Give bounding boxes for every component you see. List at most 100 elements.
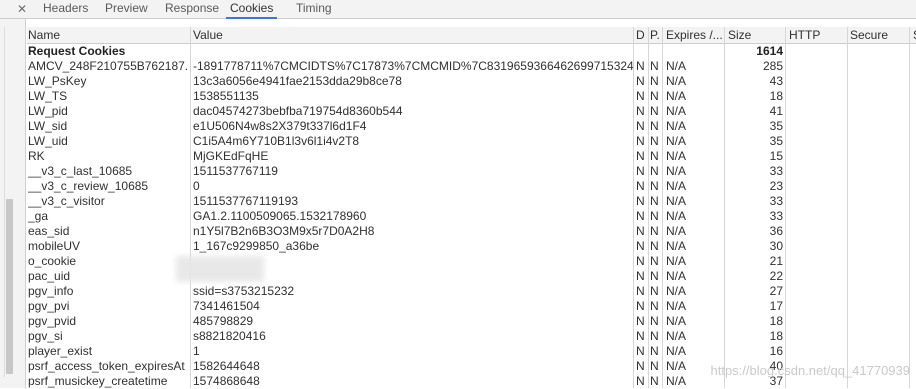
cell-p: N	[650, 344, 659, 358]
cell-d: N	[636, 314, 645, 328]
table-row[interactable]: pgv_pvi 7341461504 N N N/A 17	[27, 299, 916, 314]
cell-p: N	[650, 284, 659, 298]
watermark-text: https://blog.csdn.net/qq_41770939	[710, 363, 911, 378]
column-header-expires[interactable]: Expires /...	[666, 27, 726, 43]
column-divider[interactable]	[785, 27, 786, 388]
redacted-values	[176, 256, 264, 282]
table-row[interactable]: pac_uid N N N/A 22	[27, 269, 916, 284]
column-header-http[interactable]: HTTP	[789, 27, 844, 43]
cell-p: N	[650, 149, 659, 163]
table-header: Name Value D P. Expires /... Size HTTP S…	[27, 27, 916, 44]
column-divider[interactable]	[190, 27, 191, 388]
gutter-line	[4, 27, 5, 377]
cell-name: LW_TS	[28, 89, 68, 103]
cell-expires: N/A	[666, 239, 687, 253]
cell-p: N	[650, 134, 659, 148]
close-icon[interactable]: ✕	[15, 2, 29, 16]
cell-size: 21	[769, 254, 783, 268]
cell-expires: N/A	[666, 194, 687, 208]
cell-size: 43	[769, 74, 783, 88]
cell-value: dac04574273bebfba719754d8360b544	[193, 104, 403, 118]
cell-size: 33	[769, 164, 783, 178]
column-header-domain[interactable]: D	[636, 27, 646, 43]
scrollbar-thumb[interactable]	[6, 199, 13, 374]
cell-name: LW_sid	[28, 119, 68, 133]
table-row[interactable]: pgv_pvid 485798829 N N N/A 18	[27, 314, 916, 329]
cell-name: psrf_access_token_expiresAt	[28, 359, 185, 373]
cell-size: 18	[769, 329, 783, 343]
cell-expires: N/A	[666, 299, 687, 313]
table-row[interactable]: pgv_info ssid=s3753215232 N N N/A 27	[27, 284, 916, 299]
table-row[interactable]: o_cookie N N N/A 21	[27, 254, 916, 269]
cell-p: N	[650, 239, 659, 253]
cell-name: __v3_c_visitor	[28, 194, 105, 208]
tab-cookies[interactable]: Cookies	[226, 0, 278, 19]
cell-value: 1511537767119193	[193, 194, 298, 208]
table-row[interactable]: LW_TS 1538551135 N N N/A 18	[27, 89, 916, 104]
cell-expires: N/A	[666, 164, 687, 178]
cell-value: 0	[193, 179, 200, 193]
table-row[interactable]: LW_sid e1U506N4w8s2X379t337l6d1F4 N N N/A 35	[27, 119, 916, 134]
table-row[interactable]: __v3_c_last_10685 1511537767119 N N N/A 33	[27, 164, 916, 179]
table-row[interactable]: _ga GA1.2.1100509065.1532178960 N N N/A 33	[27, 209, 916, 224]
cell-p: N	[650, 104, 659, 118]
cell-p: N	[650, 164, 659, 178]
column-header-name[interactable]: Name	[28, 27, 188, 43]
column-header-size[interactable]: Size	[728, 27, 783, 43]
cell-value: ssid=s3753215232	[193, 284, 295, 298]
table-row[interactable]: mobileUV 1_167c9299850_a36be N N N/A 30	[27, 239, 916, 254]
cell-value: -1891778711%7CMCIDTS%7C17873%7CMCMID%7C8…	[193, 59, 633, 73]
cell-p: N	[650, 209, 659, 223]
column-header-secure[interactable]: Secure	[850, 27, 905, 43]
column-divider[interactable]	[847, 27, 848, 388]
table-row[interactable]: __v3_c_visitor 1511537767119193 N N N/A 33	[27, 194, 916, 209]
cell-expires: N/A	[666, 329, 687, 343]
cell-d: N	[636, 359, 645, 373]
tab-response[interactable]: Response	[165, 0, 219, 18]
table-row[interactable]: AMCV_248F210755B762187... -1891778711%7CM…	[27, 59, 916, 74]
cell-name: eas_sid	[28, 224, 70, 238]
tab-preview[interactable]: Preview	[105, 0, 148, 18]
cell-size: 15	[769, 149, 783, 163]
cell-value: 1511537767119	[193, 164, 278, 178]
cell-size: 35	[769, 134, 783, 148]
cell-d: N	[636, 59, 645, 73]
cell-expires: N/A	[666, 74, 687, 88]
cell-value: n1Y5l7B2n6B3O3M9x5r7D0A2H8	[193, 224, 375, 238]
table-row[interactable]: eas_sid n1Y5l7B2n6B3O3M9x5r7D0A2H8 N N N/A 36	[27, 224, 916, 239]
table-row[interactable]: RK MjGKEdFqHE N N N/A 15	[27, 149, 916, 164]
cell-p: N	[650, 179, 659, 193]
cell-d: N	[636, 239, 645, 253]
cell-size: 33	[769, 209, 783, 223]
table-row[interactable]: pgv_si s8821820416 N N N/A 18	[27, 329, 916, 344]
table-row[interactable]: LW_pid dac04574273bebfba719754d8360b544 N N…	[27, 104, 916, 119]
column-divider[interactable]	[648, 27, 649, 388]
column-divider[interactable]	[724, 27, 725, 388]
cell-p: N	[650, 314, 659, 328]
cell-p: N	[650, 74, 659, 88]
cell-name: LW_PsKey	[28, 74, 87, 88]
table-row[interactable]: __v3_c_review_10685 0 N N N/A 23	[27, 179, 916, 194]
section-total-size: 1614	[756, 44, 783, 58]
table-row[interactable]: player_exist 1 N N N/A 16	[27, 344, 916, 359]
cell-d: N	[636, 164, 645, 178]
cell-name: pgv_si	[28, 329, 63, 343]
cell-size: 30	[769, 239, 783, 253]
column-divider[interactable]	[662, 27, 663, 388]
cell-d: N	[636, 209, 645, 223]
cell-name: __v3_c_review_10685	[28, 179, 149, 193]
column-header-value[interactable]: Value	[193, 27, 633, 43]
cell-expires: N/A	[666, 59, 687, 73]
column-divider[interactable]	[633, 27, 634, 388]
table-row[interactable]: LW_PsKey 13c3a6056e4941fae2153dda29b8ce78…	[27, 74, 916, 89]
table-row[interactable]: LW_uid C1i5A4m6Y710B1l3v6l1i4v2T8 N N N/A 35	[27, 134, 916, 149]
cell-size: 41	[769, 104, 783, 118]
tab-headers[interactable]: Headers	[43, 0, 88, 18]
cell-value: 13c3a6056e4941fae2153dda29b8ce78	[193, 74, 402, 88]
cell-value: 1_167c9299850_a36be	[193, 239, 320, 253]
tab-timing[interactable]: Timing	[296, 0, 332, 18]
cell-p: N	[650, 89, 659, 103]
cell-p: N	[650, 374, 659, 388]
column-divider[interactable]	[909, 27, 910, 388]
column-header-path[interactable]: P.	[650, 27, 660, 43]
